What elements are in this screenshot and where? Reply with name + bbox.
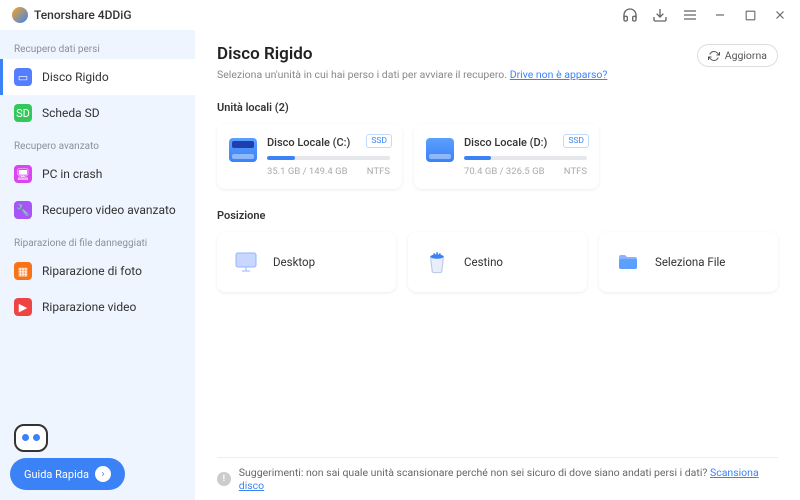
drive-card-c[interactable]: Disco Locale (C:) 35.1 GB / 149.4 GB NTF… bbox=[217, 124, 402, 189]
drive-icon bbox=[426, 138, 454, 162]
info-icon: ! bbox=[217, 472, 231, 486]
sidebar-item-label: PC in crash bbox=[42, 167, 102, 181]
drive-size: 70.4 GB / 326.5 GB bbox=[464, 166, 545, 177]
photo-icon: ▦ bbox=[14, 262, 32, 280]
locations-title: Posizione bbox=[217, 209, 778, 222]
video-icon: ▶ bbox=[14, 298, 32, 316]
tip-text: Suggerimenti: non sai quale unità scansi… bbox=[239, 466, 710, 479]
drive-size: 35.1 GB / 149.4 GB bbox=[267, 166, 348, 177]
sd-icon: SD bbox=[14, 104, 32, 122]
location-select-file[interactable]: Seleziona File bbox=[599, 232, 778, 292]
headphones-icon[interactable] bbox=[622, 7, 638, 23]
app-name: Tenorshare 4DDiG bbox=[34, 8, 132, 22]
drive-not-shown-link[interactable]: Drive non è apparso? bbox=[510, 68, 608, 81]
titlebar-buttons bbox=[622, 7, 788, 23]
titlebar: Tenorshare 4DDiG bbox=[0, 0, 800, 30]
quick-guide-button[interactable]: Guida Rapida › bbox=[10, 458, 125, 490]
drive-card-d[interactable]: Disco Locale (D:) 70.4 GB / 326.5 GB NTF… bbox=[414, 124, 599, 189]
drive-fs: NTFS bbox=[564, 166, 587, 177]
sidebar-group-lost-data: Recupero dati persi bbox=[0, 38, 195, 59]
main-content: Disco Rigido Seleziona un'unità in cui h… bbox=[195, 30, 800, 500]
sidebar-item-video-repair[interactable]: ▶ Riparazione video bbox=[0, 289, 195, 325]
drive-usage-bar bbox=[464, 156, 587, 160]
disk-icon: ▭ bbox=[14, 68, 32, 86]
page-title: Disco Rigido bbox=[217, 44, 607, 64]
quick-guide-label: Guida Rapida bbox=[24, 468, 89, 481]
sidebar-item-video-recovery[interactable]: 🔧 Recupero video avanzato bbox=[0, 192, 195, 228]
sidebar-item-label: Riparazione di foto bbox=[42, 264, 142, 278]
sidebar-item-label: Recupero video avanzato bbox=[42, 203, 176, 217]
arrow-right-icon: › bbox=[95, 466, 111, 482]
refresh-button[interactable]: Aggiorna bbox=[697, 44, 778, 67]
logo-icon bbox=[12, 7, 28, 23]
drive-usage-bar bbox=[267, 156, 390, 160]
location-label: Seleziona File bbox=[655, 255, 725, 269]
minimize-icon[interactable] bbox=[712, 7, 728, 23]
sidebar-item-label: Scheda SD bbox=[42, 106, 100, 120]
drive-icon bbox=[229, 138, 257, 162]
sidebar-group-advanced-recovery: Recupero avanzato bbox=[0, 135, 195, 156]
desktop-icon bbox=[231, 249, 261, 275]
close-icon[interactable] bbox=[772, 7, 788, 23]
sidebar-group-file-repair: Riparazione di file danneggiati bbox=[0, 232, 195, 253]
drive-fs: NTFS bbox=[367, 166, 390, 177]
sidebar-item-label: Disco Rigido bbox=[42, 70, 109, 84]
app-logo: Tenorshare 4DDiG bbox=[12, 7, 132, 23]
ssd-badge: SSD bbox=[563, 134, 589, 148]
local-drives-title: Unità locali (2) bbox=[217, 101, 778, 114]
locations-list: Desktop Cestino Seleziona File bbox=[217, 232, 778, 292]
sidebar-item-photo-repair[interactable]: ▦ Riparazione di foto bbox=[0, 253, 195, 289]
page-subtitle: Seleziona un'unità in cui hai perso i da… bbox=[217, 68, 607, 81]
sidebar-item-label: Riparazione video bbox=[42, 300, 136, 314]
location-desktop[interactable]: Desktop bbox=[217, 232, 396, 292]
ssd-badge: SSD bbox=[366, 134, 392, 148]
menu-icon[interactable] bbox=[682, 7, 698, 23]
assistant-widget: Guida Rapida › bbox=[10, 424, 125, 490]
sidebar-item-hard-disk[interactable]: ▭ Disco Rigido bbox=[0, 59, 195, 95]
sidebar: Recupero dati persi ▭ Disco Rigido SD Sc… bbox=[0, 30, 195, 500]
sidebar-item-pc-crash[interactable]: 🖥 PC in crash bbox=[0, 156, 195, 192]
sidebar-item-sd-card[interactable]: SD Scheda SD bbox=[0, 95, 195, 131]
location-label: Cestino bbox=[464, 255, 503, 269]
maximize-icon[interactable] bbox=[742, 7, 758, 23]
location-trash[interactable]: Cestino bbox=[408, 232, 587, 292]
download-icon[interactable] bbox=[652, 7, 668, 23]
folder-icon bbox=[613, 249, 643, 275]
tip-bar: ! Suggerimenti: non sai quale unità scan… bbox=[217, 457, 778, 500]
refresh-icon bbox=[708, 50, 720, 62]
monitor-icon: 🖥 bbox=[14, 165, 32, 183]
location-label: Desktop bbox=[273, 255, 315, 269]
robot-icon bbox=[14, 424, 48, 452]
wrench-icon: 🔧 bbox=[14, 201, 32, 219]
trash-icon bbox=[422, 249, 452, 275]
drives-list: Disco Locale (C:) 35.1 GB / 149.4 GB NTF… bbox=[217, 124, 778, 189]
